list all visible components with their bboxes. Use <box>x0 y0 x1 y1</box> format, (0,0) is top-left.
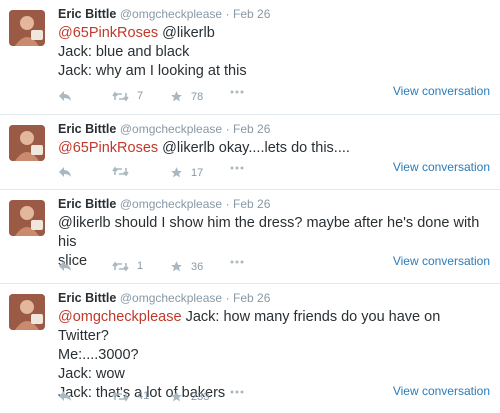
author-handle[interactable]: @omgcheckplease <box>120 122 222 136</box>
retweet-button[interactable]: 7 <box>112 90 143 102</box>
author-handle[interactable]: @omgcheckplease <box>120 7 222 21</box>
favorite-button[interactable]: 78 <box>170 90 203 103</box>
avatar[interactable] <box>9 125 45 161</box>
tweet-date[interactable]: Feb 26 <box>233 7 270 21</box>
tweet-text: @65PinkRoses @likerlb okay....lets do th… <box>58 139 490 158</box>
retweet-button[interactable]: 1 <box>112 260 143 272</box>
more-button[interactable] <box>230 260 244 264</box>
favorite-count: 36 <box>191 260 204 273</box>
favorite-icon <box>171 261 182 272</box>
avatar[interactable] <box>9 10 45 46</box>
tweet-date[interactable]: Feb 26 <box>233 122 270 136</box>
separator-dot: · <box>225 291 230 305</box>
more-button[interactable] <box>230 90 244 94</box>
avatar[interactable] <box>9 294 45 330</box>
tweet-actions: 7 78 View conversation <box>58 84 490 106</box>
reply-icon <box>59 391 71 401</box>
retweet-icon <box>112 166 129 177</box>
retweet-button[interactable] <box>112 166 137 177</box>
separator-dot: · <box>225 7 230 21</box>
tweet-1: Eric Bittle @omgcheckplease · Feb 26 @65… <box>0 0 500 115</box>
more-button[interactable] <box>230 166 244 170</box>
tweet-text-rest: @likerlb okay....lets do this.... <box>158 140 350 156</box>
favorite-icon <box>171 91 182 102</box>
reply-icon <box>59 167 71 177</box>
tweet-date[interactable]: Feb 26 <box>233 291 270 305</box>
favorite-count: 17 <box>191 166 204 179</box>
author-handle[interactable]: @omgcheckplease <box>120 197 222 211</box>
author-handle[interactable]: @omgcheckplease <box>120 291 222 305</box>
view-conversation-link[interactable]: View conversation <box>393 84 490 98</box>
tweet-line: Jack: blue and black <box>58 44 190 60</box>
tweet-actions: 41 233 View conversation <box>58 384 490 406</box>
tweet-text-rest: @likerlb <box>158 25 215 41</box>
reply-button[interactable] <box>58 390 72 402</box>
tweet-line: Jack: why am I looking at this <box>58 63 247 79</box>
tweet-header: Eric Bittle @omgcheckplease · Feb 26 <box>58 290 490 306</box>
retweet-icon <box>112 391 129 401</box>
retweet-count: 7 <box>137 90 144 102</box>
mention-link[interactable]: @65PinkRoses <box>58 25 158 41</box>
view-conversation-link[interactable]: View conversation <box>393 254 490 268</box>
tweet-content: Eric Bittle @omgcheckplease · Feb 26 @65… <box>58 6 490 81</box>
more-icon <box>230 260 244 264</box>
tweet-line: @likerlb should I show him the dress? ma… <box>58 215 484 250</box>
tweet-3: Eric Bittle @omgcheckplease · Feb 26 @li… <box>0 190 500 284</box>
retweet-button[interactable]: 41 <box>112 390 149 402</box>
tweet-4: Eric Bittle @omgcheckplease · Feb 26 @om… <box>0 284 500 413</box>
more-button[interactable] <box>230 390 244 394</box>
avatar[interactable] <box>9 200 45 236</box>
more-icon <box>230 390 244 394</box>
tweet-date[interactable]: Feb 26 <box>233 197 270 211</box>
tweet-text: @65PinkRoses @likerlb Jack: blue and bla… <box>58 24 490 81</box>
favorite-icon <box>171 167 182 178</box>
more-icon <box>230 166 244 170</box>
view-conversation-link[interactable]: View conversation <box>393 384 490 398</box>
author-name[interactable]: Eric Bittle <box>58 7 116 21</box>
favorite-icon <box>171 391 182 402</box>
favorite-button[interactable]: 233 <box>170 390 209 403</box>
retweet-icon <box>112 261 129 271</box>
tweet-line: Me:....3000? <box>58 347 139 363</box>
separator-dot: · <box>225 122 230 136</box>
reply-button[interactable] <box>58 260 72 272</box>
retweet-count: 1 <box>137 260 144 272</box>
mention-link[interactable]: @65PinkRoses <box>58 140 158 156</box>
author-name[interactable]: Eric Bittle <box>58 291 116 305</box>
tweet-2: Eric Bittle @omgcheckplease · Feb 26 @65… <box>0 115 500 190</box>
favorite-button[interactable]: 17 <box>170 166 203 179</box>
tweet-actions: 1 36 View conversation <box>58 254 490 276</box>
reply-icon <box>59 261 71 271</box>
favorite-count: 233 <box>191 390 210 403</box>
tweet-header: Eric Bittle @omgcheckplease · Feb 26 <box>58 121 490 137</box>
tweet-actions: 17 View conversation <box>58 160 490 182</box>
reply-button[interactable] <box>58 90 72 102</box>
author-name[interactable]: Eric Bittle <box>58 197 116 211</box>
separator-dot: · <box>225 197 230 211</box>
author-name[interactable]: Eric Bittle <box>58 122 116 136</box>
favorite-button[interactable]: 36 <box>170 260 203 273</box>
tweet-line: Jack: wow <box>58 366 125 382</box>
reply-button[interactable] <box>58 166 72 178</box>
mention-link[interactable]: @omgcheckplease <box>58 309 182 325</box>
reply-icon <box>59 91 71 101</box>
tweet-header: Eric Bittle @omgcheckplease · Feb 26 <box>58 6 490 22</box>
more-icon <box>230 90 244 94</box>
retweet-count: 41 <box>137 390 150 402</box>
view-conversation-link[interactable]: View conversation <box>393 160 490 174</box>
tweet-header: Eric Bittle @omgcheckplease · Feb 26 <box>58 196 490 212</box>
favorite-count: 78 <box>191 90 204 103</box>
tweet-content: Eric Bittle @omgcheckplease · Feb 26 @65… <box>58 121 490 158</box>
retweet-icon <box>112 91 129 101</box>
